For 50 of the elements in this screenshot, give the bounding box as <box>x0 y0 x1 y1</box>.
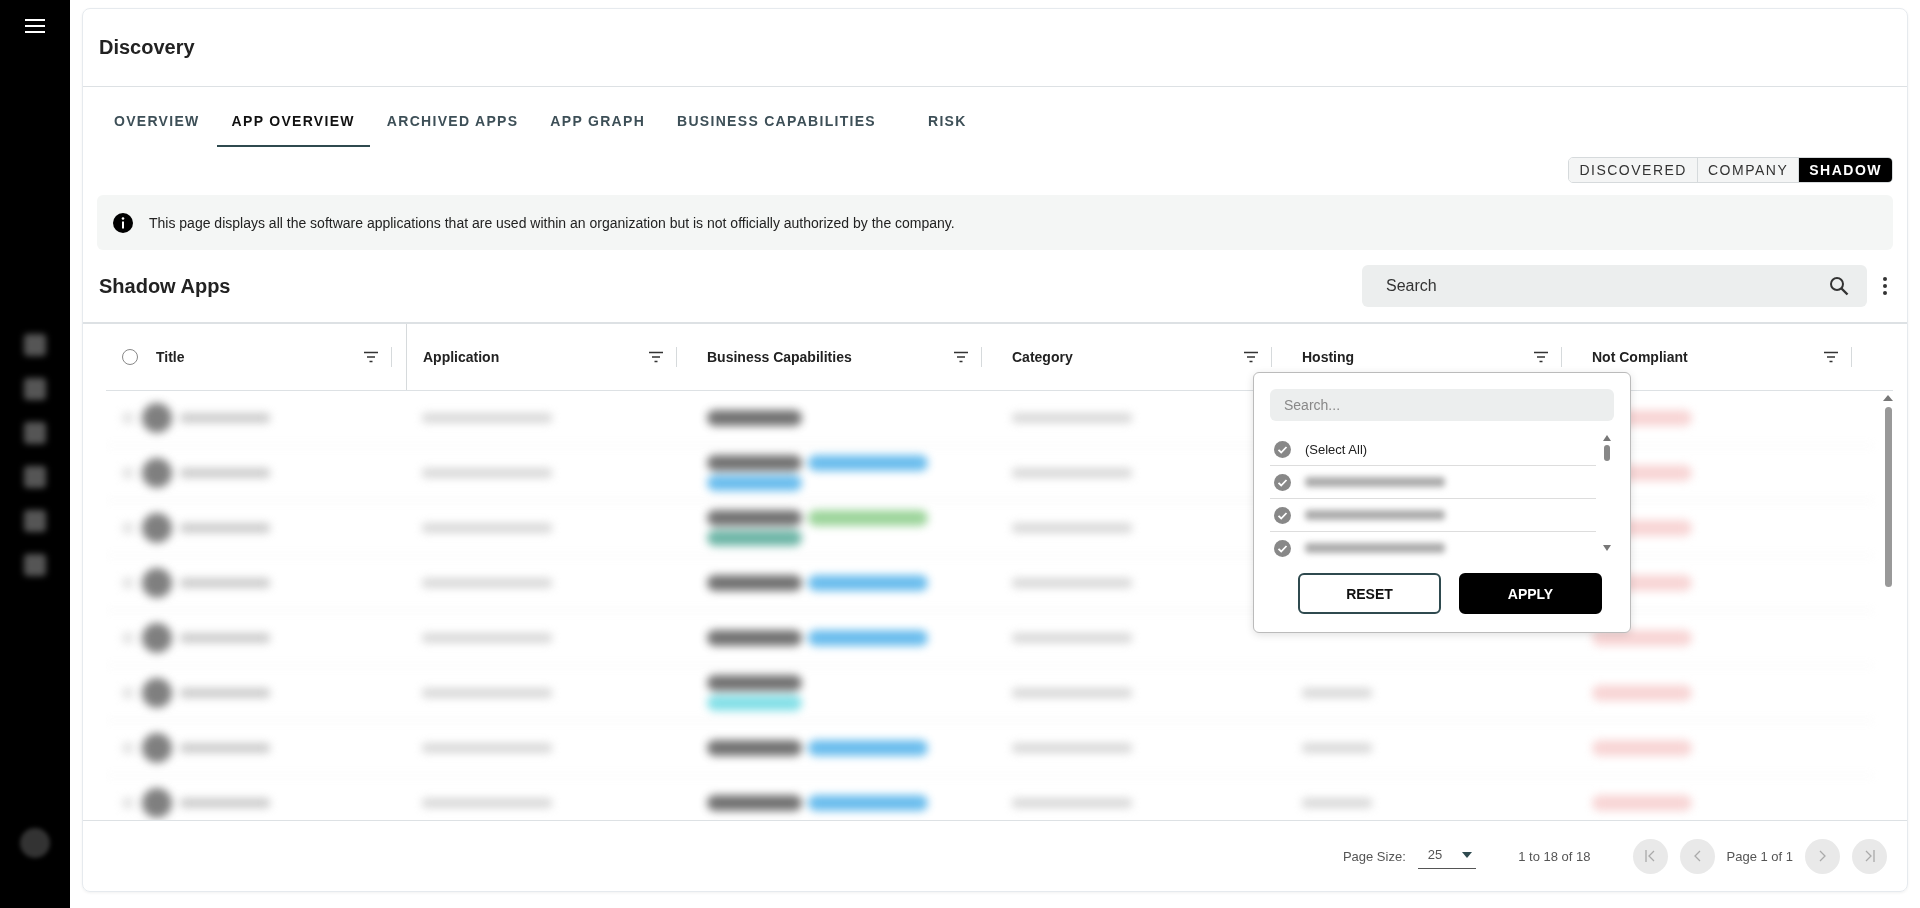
page-size-label: Page Size: <box>1342 848 1406 864</box>
reset-button[interactable]: RESET <box>1298 573 1441 614</box>
section-title: Shadow Apps <box>99 274 232 298</box>
tab[interactable]: APP GRAPH <box>535 97 661 147</box>
tab[interactable]: OVERVIEW <box>99 97 215 147</box>
filter-icon[interactable] <box>363 351 379 363</box>
chevron-right-icon[interactable] <box>1818 850 1827 862</box>
checked-circle-icon[interactable] <box>1274 539 1291 557</box>
first-page-icon[interactable] <box>1645 850 1655 862</box>
filter-icon[interactable] <box>953 351 969 363</box>
scroll-up-arrow-icon[interactable] <box>1883 395 1893 401</box>
apply-button[interactable]: APPLY <box>1459 573 1602 614</box>
tab[interactable]: BUSINESS CAPABILITIES <box>662 97 891 147</box>
first-page-button[interactable] <box>1632 838 1668 874</box>
column-header: Not Compliant <box>1592 349 1689 365</box>
chevron-left-icon[interactable] <box>1693 850 1701 862</box>
checked-circle-icon[interactable] <box>1274 506 1291 524</box>
toggle-option[interactable]: DISCOVERED <box>1569 158 1697 182</box>
column-header: Business Capabilities <box>707 349 853 365</box>
column-header: Hosting <box>1302 349 1356 365</box>
caret-icon[interactable] <box>1462 851 1473 858</box>
filter-icon[interactable] <box>648 351 664 363</box>
page-title: Discovery <box>99 36 195 59</box>
page-indicator: Page 1 of 1 <box>1726 848 1793 864</box>
tab[interactable]: RISK <box>913 97 982 147</box>
toggle-option[interactable]: COMPANY <box>1696 158 1799 182</box>
avatar-circle <box>20 828 50 858</box>
page-size-select[interactable]: 25 <box>1417 843 1477 869</box>
filter-search-field[interactable]: Search... <box>1270 389 1614 421</box>
info-text: This page displays all the software applications that are used within an organization but is not officially authorized by the company. <box>149 214 955 231</box>
filter-icon[interactable] <box>1243 351 1259 363</box>
checked-circle-icon[interactable] <box>1274 473 1291 491</box>
last-page-button[interactable] <box>1852 838 1887 874</box>
row-range: 1 to 18 of 18 <box>1518 848 1591 864</box>
tab[interactable]: APP OVERVIEW <box>216 97 370 147</box>
column-header: Application <box>423 349 501 365</box>
option-label: (Select All) <box>1305 441 1368 457</box>
menu-icon[interactable] <box>24 18 46 34</box>
column-header: Category <box>1012 349 1074 365</box>
last-page-icon[interactable] <box>1864 850 1875 862</box>
toggle-option[interactable]: SHADOW <box>1798 158 1892 182</box>
search-field[interactable]: Search <box>1362 265 1867 307</box>
search-icon[interactable] <box>1829 276 1849 296</box>
filter-icon[interactable] <box>1823 351 1839 363</box>
filter-icon[interactable] <box>1533 351 1549 363</box>
tab[interactable]: ARCHIVED APPS <box>371 97 534 147</box>
column-header: Title <box>156 349 186 365</box>
checked-circle-icon[interactable] <box>1274 440 1291 458</box>
info-icon <box>113 212 133 233</box>
more-options-icon <box>1883 277 1887 295</box>
